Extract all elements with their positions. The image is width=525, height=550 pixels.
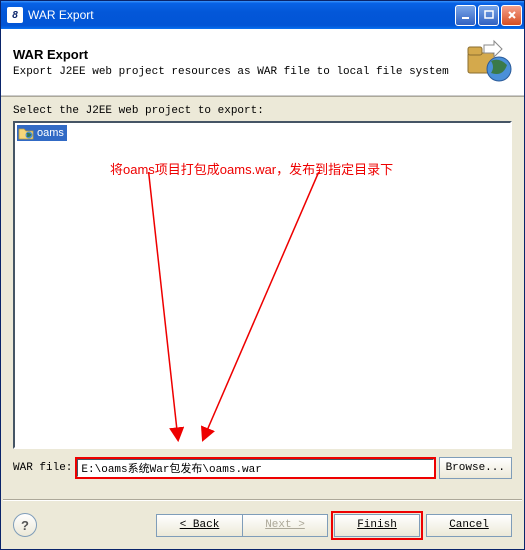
back-button[interactable]: < Back <box>156 514 242 537</box>
window-title: WAR Export <box>28 8 455 22</box>
window-controls <box>455 5 522 26</box>
project-list[interactable]: oams 将oams项目打包成oams.war，发布到指定目录下 <box>13 121 512 449</box>
cancel-button[interactable]: Cancel <box>426 514 512 537</box>
help-button[interactable]: ? <box>13 513 37 537</box>
export-icon <box>466 39 512 85</box>
titlebar: 8 WAR Export <box>1 1 524 29</box>
export-dialog: 8 WAR Export WAR Export Export J2EE web … <box>0 0 525 550</box>
wizard-footer: ? < Back Next > Finish Cancel <box>1 501 524 549</box>
finish-button[interactable]: Finish <box>334 514 420 537</box>
wizard-header: WAR Export Export J2EE web project resou… <box>1 29 524 96</box>
project-name: oams <box>37 127 64 139</box>
browse-button[interactable]: Browse... <box>439 457 512 479</box>
maximize-button[interactable] <box>478 5 499 26</box>
annotation-text: 将oams项目打包成oams.war，发布到指定目录下 <box>110 159 393 178</box>
app-icon: 8 <box>7 7 23 23</box>
select-project-label: Select the J2EE web project to export: <box>13 105 512 117</box>
page-description: Export J2EE web project resources as WAR… <box>13 66 466 78</box>
war-file-input[interactable] <box>76 458 434 478</box>
minimize-button[interactable] <box>455 5 476 26</box>
page-title: WAR Export <box>13 47 466 62</box>
war-file-label: WAR file: <box>13 462 72 474</box>
close-button[interactable] <box>501 5 522 26</box>
project-item-oams[interactable]: oams <box>17 125 67 141</box>
path-row: WAR file: Browse... <box>13 457 512 479</box>
next-button: Next > <box>242 514 328 537</box>
wizard-content: Select the J2EE web project to export: o… <box>1 97 524 499</box>
folder-icon <box>18 126 34 140</box>
